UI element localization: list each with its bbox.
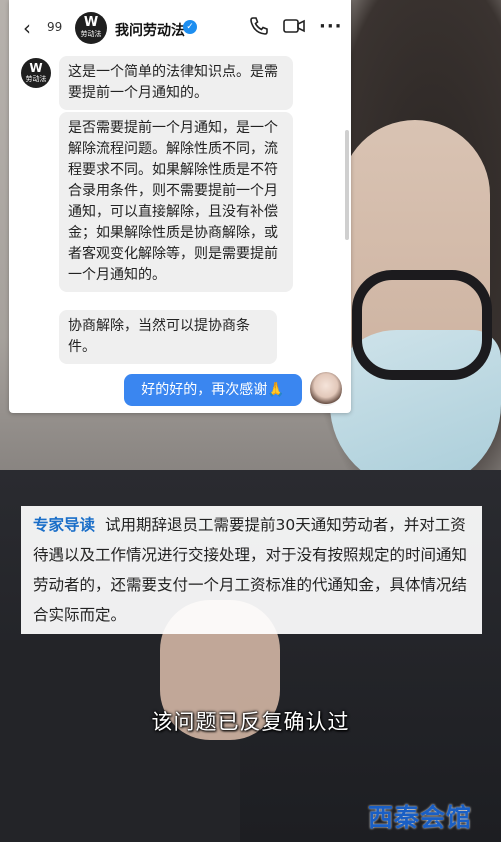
video-subtitle: 该问题已反复确认过 xyxy=(151,710,350,734)
logo-mark: W xyxy=(29,61,43,75)
phone-icon[interactable] xyxy=(249,16,269,36)
more-icon[interactable]: ··· xyxy=(319,16,343,37)
back-icon[interactable]: ‹ xyxy=(23,18,37,38)
user-avatar xyxy=(310,372,342,406)
logo-mark: W xyxy=(83,15,99,30)
incoming-message: 是否需要提前一个月通知，是一个解除流程问题。解除性质不同，流程要求不同。如果解除… xyxy=(59,112,293,292)
app-avatar-text: 劳动法 xyxy=(80,30,102,38)
video-icon[interactable] xyxy=(283,18,305,34)
guide-text: 试用期辞退员工需要提前30天通知劳动者，并对工资待遇以及工作情况进行交接处理，对… xyxy=(33,516,468,624)
guide-label: 专家导读 xyxy=(33,516,96,534)
background-glasses xyxy=(352,270,492,380)
incoming-message: 协商解除，当然可以提协商条件。 xyxy=(59,310,277,364)
incoming-message: 这是一个简单的法律知识点。是需要提前一个月通知的。 xyxy=(59,56,293,110)
unread-count: 99 xyxy=(47,20,63,34)
expert-guide-panel: 专家导读 试用期辞退员工需要提前30天通知劳动者，并对工资待遇以及工作情况进行交接… xyxy=(21,506,482,634)
scrollbar[interactable] xyxy=(345,130,349,240)
watermark: 西秦会馆 xyxy=(368,803,473,832)
bot-avatar: W 劳动法 xyxy=(21,58,51,88)
chat-screenshot: ‹ 99 W 劳动法 我问劳动法 ✓ ··· W 劳动法 这是一个简单的法律知识… xyxy=(9,0,351,413)
verified-icon: ✓ xyxy=(183,20,197,34)
chat-title: 我问劳动法 xyxy=(115,23,185,39)
bot-avatar-text: 劳动法 xyxy=(25,75,47,83)
chat-header: ‹ 99 W 劳动法 我问劳动法 ✓ ··· xyxy=(9,10,351,46)
outgoing-message: 好的好的，再次感谢🙏 xyxy=(124,374,302,406)
app-avatar[interactable]: W 劳动法 xyxy=(75,12,107,44)
